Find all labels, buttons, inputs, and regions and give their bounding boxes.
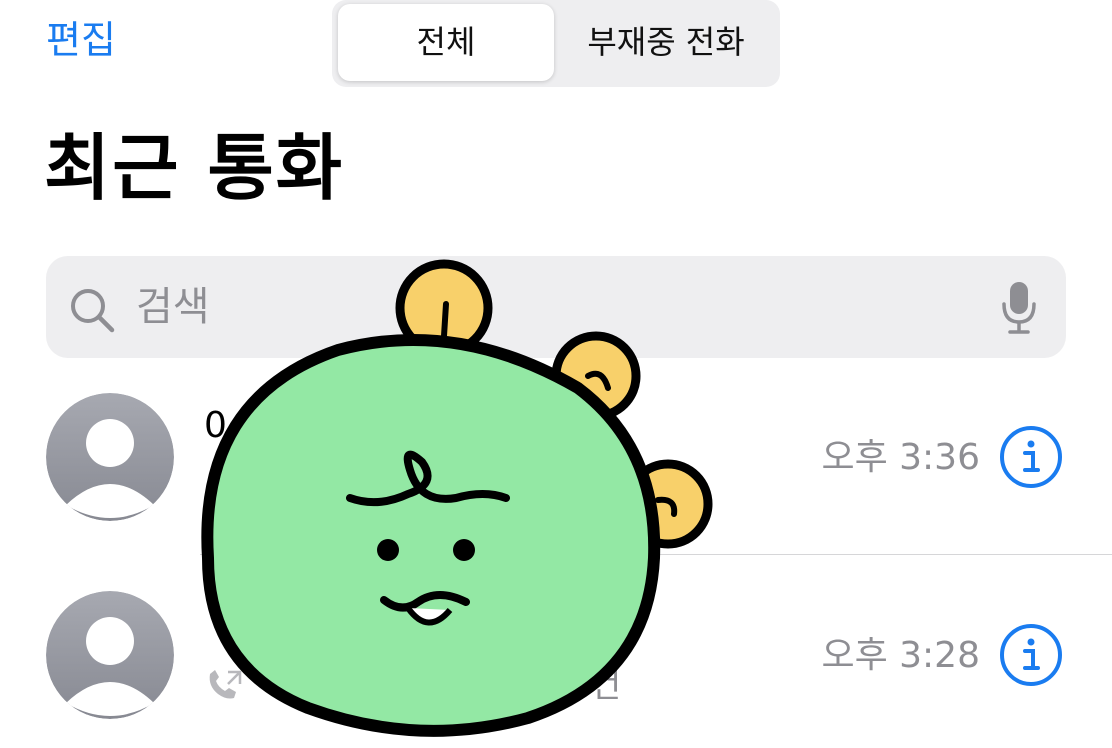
- call-time: 오후 3:36: [821, 437, 980, 478]
- info-icon[interactable]: [998, 622, 1064, 692]
- tab-missed[interactable]: 부재중 전화: [558, 4, 774, 81]
- call-filter-segmented-control: 전체 부재중 전화: [332, 0, 780, 87]
- call-time: 오후 3:28: [821, 635, 980, 676]
- search-icon: [66, 284, 120, 342]
- tab-all[interactable]: 전체: [338, 4, 554, 81]
- avatar: [46, 591, 174, 719]
- info-icon[interactable]: [998, 424, 1064, 494]
- page-title: 최근 통화: [44, 126, 345, 210]
- edit-button[interactable]: 편집: [46, 14, 116, 66]
- avatar: [46, 393, 174, 521]
- microphone-icon[interactable]: [1000, 280, 1038, 340]
- dino-sticker-image: [188, 258, 728, 742]
